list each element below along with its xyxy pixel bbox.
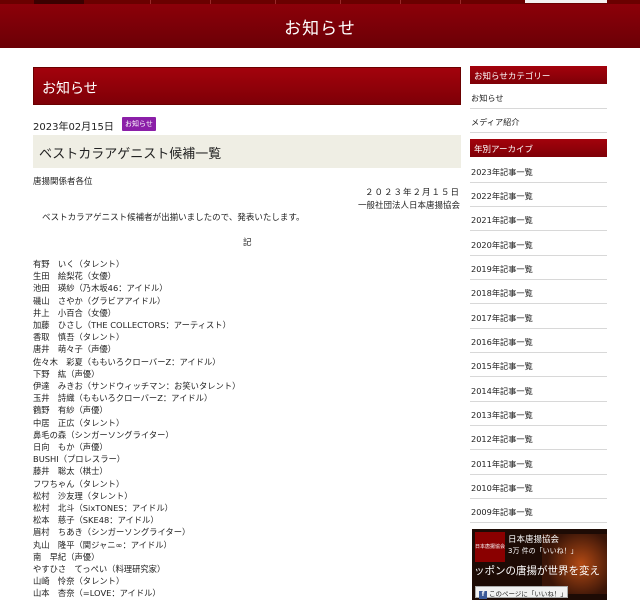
list-item: 藤井 聡太（棋士） <box>33 466 108 477</box>
list-item: 山本 杏奈（=LOVE：アイドル） <box>33 588 161 599</box>
cover-slogan: ッポンの唐揚が世界を変え <box>474 565 600 577</box>
list-item: 池田 瑛紗（乃木坂46：アイドル） <box>33 283 168 294</box>
page-title: お知らせ <box>284 19 356 39</box>
category-heading: お知らせカテゴリー <box>470 66 607 84</box>
like-button-label: このページに「いいね！」 <box>489 590 567 598</box>
facebook-page-widget[interactable]: 日本唐揚協会 日本唐揚協会 3万 件の「いいね！」 ッポンの唐揚が世界を変え f… <box>472 529 607 600</box>
list-item: 南 早紀（声優） <box>33 551 100 562</box>
archive-item[interactable]: 2023年記事一覧 <box>470 159 607 183</box>
archive-item[interactable]: 2022年記事一覧 <box>470 183 607 207</box>
list-item: 日向 もか（声優） <box>33 442 108 453</box>
list-item: 佐々木 彩夏（ももいろクローバーZ：アイドル） <box>33 356 221 367</box>
list-item: 香取 慎吾（タレント） <box>33 332 125 343</box>
category-badge[interactable]: お知らせ <box>122 117 156 131</box>
list-item: 伊達 みきお（サンドウィッチマン：お笑いタレント） <box>33 381 241 392</box>
archive-item[interactable]: 2012年記事一覧 <box>470 426 607 450</box>
list-item: やすひさ てっぺい（料理研究家） <box>33 564 166 575</box>
archive-item[interactable]: 2013年記事一覧 <box>470 402 607 426</box>
archive-item[interactable]: 2010年記事一覧 <box>470 475 607 499</box>
archive-item[interactable]: 2009年記事一覧 <box>470 499 607 523</box>
list-item: 鶴野 有紗（声優） <box>33 405 108 416</box>
archive-item[interactable]: 2019年記事一覧 <box>470 256 607 280</box>
post-date: 2023年02月15日 <box>33 122 114 133</box>
page-banner: お知らせ <box>0 4 640 48</box>
archive-item[interactable]: 2018年記事一覧 <box>470 280 607 304</box>
list-item: 中居 正広（タレント） <box>33 417 125 428</box>
list-item: 有野 いく（タレント） <box>33 259 125 269</box>
archive-item[interactable]: 2021年記事一覧 <box>470 207 607 231</box>
facebook-page-name[interactable]: 日本唐揚協会 <box>508 533 559 545</box>
addressee: 唐揚関係者各位 <box>33 177 93 187</box>
section-header: お知らせ <box>33 67 461 105</box>
archive-item[interactable]: 2015年記事一覧 <box>470 353 607 377</box>
archive-item[interactable]: 2020年記事一覧 <box>470 232 607 256</box>
ki-heading: 記 <box>243 238 252 248</box>
list-item: 磯山 さやか（グラビアアイドル） <box>33 295 166 306</box>
list-item: 眉村 ちあき（シンガーソングライター） <box>33 527 191 538</box>
intro-text: ベストカラアゲニスト候補者が出揃いましたので、発表いたします。 <box>42 213 305 223</box>
archive-heading: 年別アーカイブ <box>470 139 607 157</box>
archive-item[interactable]: 2011年記事一覧 <box>470 451 607 475</box>
list-item: 鼻毛の森（シンガーソングライター） <box>33 429 174 440</box>
list-item: 玉井 詩織（ももいろクローバーZ：アイドル） <box>33 393 213 404</box>
letter-date: ２０２３年２月１５日 <box>364 188 460 198</box>
list-item: 松村 沙友理（タレント） <box>33 490 133 501</box>
list-item: 唐井 萌々子（声優） <box>33 344 116 355</box>
facebook-icon: f <box>479 591 487 599</box>
post-title-box: ベストカラアゲニスト候補一覧 <box>33 135 461 168</box>
search-input[interactable] <box>525 0 607 3</box>
list-item: 松本 慈子（SKE48：アイドル） <box>33 515 159 526</box>
list-item: 井上 小百合（女優） <box>33 307 116 318</box>
list-item: BUSHI（プロレスラー） <box>33 454 126 465</box>
facebook-like-count: 3万 件の「いいね！」 <box>508 547 578 555</box>
list-item: 松村 北斗（SixTONES：アイドル） <box>33 503 173 514</box>
list-item: 加藤 ひさし（THE COLLECTORS：アーティスト） <box>33 320 231 331</box>
archive-item[interactable]: 2017年記事一覧 <box>470 305 607 329</box>
archive-item[interactable]: 2014年記事一覧 <box>470 378 607 402</box>
list-item: 丸山 隆平（関ジャニ∞：アイドル） <box>33 539 172 550</box>
post-title: ベストカラアゲニスト候補一覧 <box>39 147 222 162</box>
association-logo: 日本唐揚協会 <box>475 532 505 562</box>
sidebar-item-news[interactable]: お知らせ <box>470 85 607 109</box>
candidate-list: 有野 いく（タレント） 生田 絵梨花（女優） 池田 瑛紗（乃木坂46：アイドル）… <box>33 258 240 600</box>
list-item: 下野 紘（声優） <box>33 368 100 379</box>
list-item: 山崎 怜奈（タレント） <box>33 576 125 587</box>
facebook-like-button[interactable]: f このページに「いいね！」 <box>475 586 568 599</box>
sidebar-item-media[interactable]: メディア紹介 <box>470 109 607 133</box>
section-title: お知らせ <box>42 81 98 97</box>
sender: 一般社団法人日本唐揚協会 <box>357 201 460 211</box>
archive-item[interactable]: 2016年記事一覧 <box>470 329 607 353</box>
list-item: 生田 絵梨花（女優） <box>33 271 116 282</box>
list-item: フワちゃん（タレント） <box>33 478 125 489</box>
